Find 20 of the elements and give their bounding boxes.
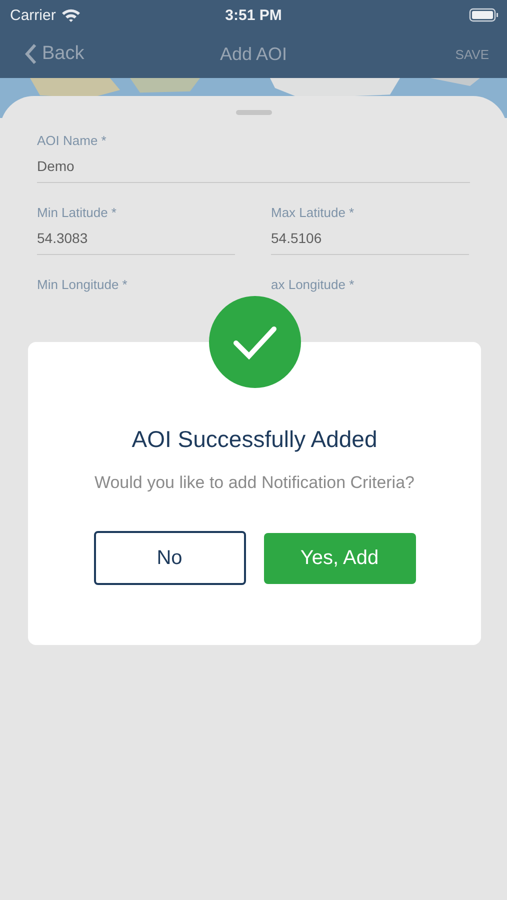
drag-handle[interactable] (236, 110, 272, 115)
dialog-message: Would you like to add Notification Criteria? (93, 473, 416, 493)
back-button[interactable]: Back (25, 43, 84, 65)
field-label: Min Longitude * (37, 277, 128, 292)
text-field[interactable]: 54.3083 (37, 230, 235, 255)
text-field[interactable]: Demo (37, 158, 470, 183)
field-label: Max Latitude * (271, 205, 356, 220)
dialog-title: AOI Successfully Added (130, 426, 378, 453)
wifi-icon (60, 8, 81, 22)
back-chevron-icon (25, 43, 37, 65)
battery-icon (469, 8, 499, 22)
field-label: AOI Name * (37, 133, 108, 148)
decline-button[interactable]: No (94, 531, 246, 585)
confirm-button[interactable]: Yes, Add (264, 532, 416, 584)
screen-title: Add AOI (220, 44, 288, 64)
field-label: Min Latitude * (37, 205, 118, 220)
text-field[interactable]: 54.5106 (271, 230, 469, 255)
status-time: 3:51 PM (225, 6, 282, 24)
carrier-label: Carrier (10, 6, 56, 24)
field-label: ax Longitude * (271, 277, 356, 292)
